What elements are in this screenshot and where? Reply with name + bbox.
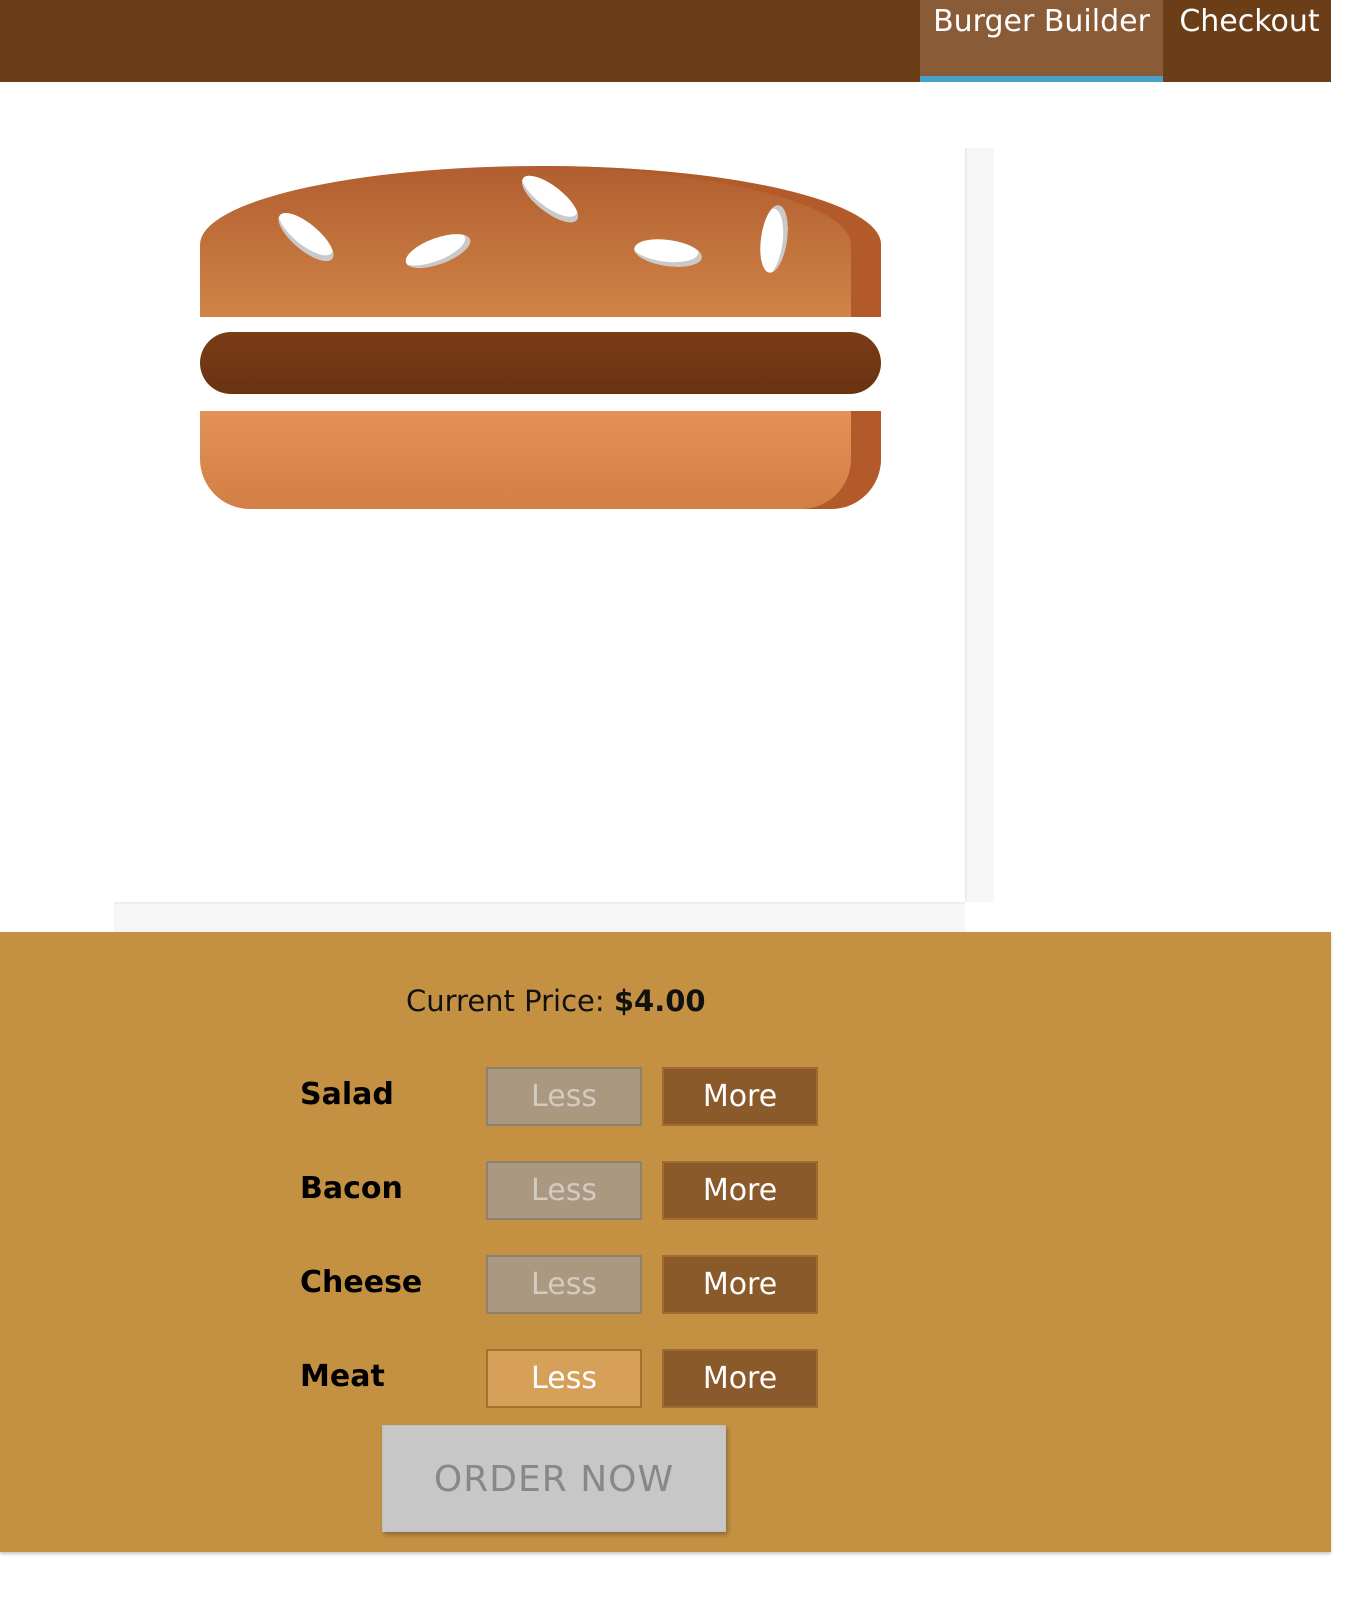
toolbar: Burger Builder Checkout xyxy=(0,0,1331,82)
seed xyxy=(401,227,475,275)
control-label: Meat xyxy=(300,1359,385,1394)
less-button[interactable]: Less xyxy=(486,1255,642,1314)
seed xyxy=(271,205,341,269)
current-price: Current Price: $4.00 xyxy=(406,984,706,1018)
less-button[interactable]: Less xyxy=(486,1067,642,1126)
control-cheese: Cheese Less More xyxy=(300,1255,820,1315)
horizontal-scrollbar[interactable] xyxy=(114,902,965,932)
bread-bottom xyxy=(200,411,881,509)
more-button[interactable]: More xyxy=(662,1067,818,1126)
more-button[interactable]: More xyxy=(662,1255,818,1314)
bread-top xyxy=(200,166,881,317)
less-button[interactable]: Less xyxy=(486,1349,642,1408)
vertical-scrollbar[interactable] xyxy=(965,148,994,902)
control-label: Bacon xyxy=(300,1171,403,1206)
control-salad: Salad Less More xyxy=(300,1067,820,1127)
seed xyxy=(515,167,585,231)
less-button[interactable]: Less xyxy=(486,1161,642,1220)
seed xyxy=(756,203,792,275)
more-button[interactable]: More xyxy=(662,1161,818,1220)
price-label: Current Price: xyxy=(406,984,605,1018)
control-meat: Meat Less More xyxy=(300,1349,820,1409)
order-now-button[interactable]: ORDER NOW xyxy=(382,1425,726,1532)
control-label: Cheese xyxy=(300,1265,423,1300)
price-value: $4.00 xyxy=(613,984,706,1018)
control-bacon: Bacon Less More xyxy=(300,1161,820,1221)
nav-checkout[interactable]: Checkout xyxy=(1168,0,1331,82)
more-button[interactable]: More xyxy=(662,1349,818,1408)
seed xyxy=(632,235,704,271)
meat-layer xyxy=(200,332,881,394)
nav-burger-builder[interactable]: Burger Builder xyxy=(920,0,1163,82)
control-label: Salad xyxy=(300,1077,394,1112)
